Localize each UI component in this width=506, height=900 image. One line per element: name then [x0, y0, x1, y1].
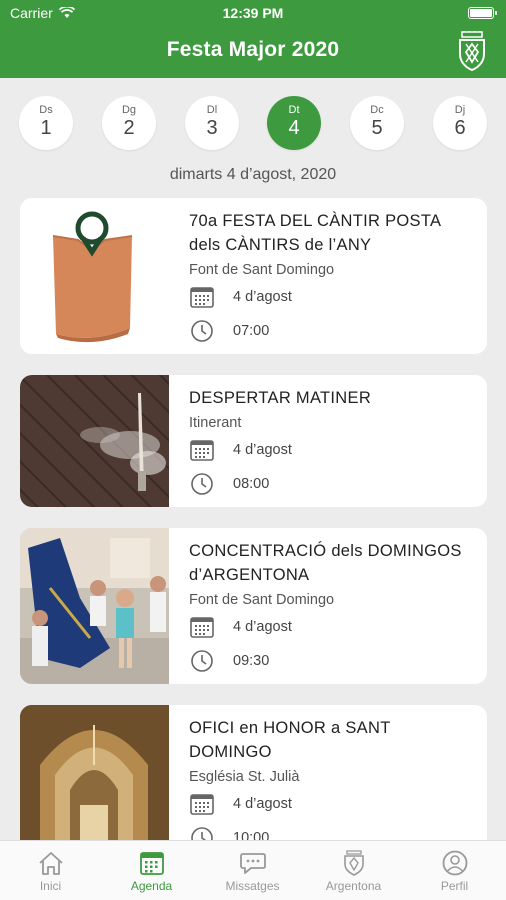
event-location: Església St. Julià	[189, 769, 300, 785]
event-date-row: 4 d’agost	[189, 435, 477, 465]
event-title-line: DOMINGO	[189, 743, 272, 761]
event-card[interactable]: DESPERTAR MATINER Itinerant 4 d’agost 08…	[20, 375, 487, 507]
clock-icon	[191, 473, 213, 495]
event-title: CONCENTRACIÓ dels DOMINGOS d’ARGENTONA	[189, 539, 477, 587]
tab-perfil[interactable]: Perfil	[404, 841, 505, 900]
event-card[interactable]: 70a FESTA DEL CÀNTIR POSTA dels CÀNTIRS …	[20, 198, 487, 354]
day-button-5[interactable]: Dc 5	[350, 96, 404, 150]
argentona-crest-icon	[459, 31, 485, 72]
event-time: 07:00	[233, 323, 270, 339]
event-date: 4 d’agost	[233, 289, 292, 305]
day-selector: Ds 1 Dg 2 Dl 3 Dt 4 Dc 5 Dj 6	[0, 96, 506, 152]
day-abbr: Dj	[454, 104, 466, 116]
event-body: DESPERTAR MATINER Itinerant 4 d’agost 08…	[189, 375, 477, 499]
day-button-3[interactable]: Dl 3	[185, 96, 239, 150]
event-title-line: DESPERTAR MATINER	[189, 389, 372, 407]
event-location: Itinerant	[189, 415, 242, 431]
day-number: 6	[454, 117, 466, 139]
event-date-row: 4 d’agost	[189, 612, 477, 642]
event-image-parade	[20, 528, 169, 684]
event-title: DESPERTAR MATINER	[189, 386, 477, 410]
page-title: Festa Major 2020	[166, 38, 340, 61]
selected-date-label: dimarts 4 d’agost, 2020	[169, 166, 337, 183]
day-abbr: Dl	[206, 104, 218, 116]
calendar-icon	[190, 287, 214, 308]
event-date: 4 d’agost	[233, 796, 292, 812]
event-date: 4 d’agost	[233, 442, 292, 458]
event-title-line: CONCENTRACIÓ dels DOMINGOS	[189, 542, 462, 560]
tab-inici[interactable]: Inici	[0, 841, 101, 900]
tab-label: Inici	[39, 879, 62, 893]
event-time: 09:30	[233, 653, 270, 669]
calendar-icon	[139, 852, 164, 875]
tab-missatges[interactable]: Missatges	[202, 841, 303, 900]
calendar-icon	[190, 440, 214, 461]
event-title-line: 70a FESTA DEL CÀNTIR POSTA	[189, 212, 442, 230]
day-number: 4	[288, 117, 300, 139]
event-date: 4 d’agost	[233, 619, 292, 635]
chat-icon	[239, 853, 266, 874]
day-abbr: Dg	[121, 104, 137, 116]
battery-icon	[468, 7, 497, 19]
event-body: 70a FESTA DEL CÀNTIR POSTA dels CÀNTIRS …	[189, 198, 477, 346]
tab-label: Perfil	[440, 879, 469, 893]
status-time: 12:39 PM	[222, 5, 284, 21]
day-number: 5	[371, 117, 383, 139]
event-title-line: OFICI en HONOR a SANT	[189, 719, 391, 737]
event-image-cantir	[20, 198, 169, 354]
day-number: 2	[123, 117, 135, 139]
calendar-icon	[190, 794, 214, 815]
home-icon	[38, 852, 63, 875]
tab-label: Argentona	[325, 879, 382, 893]
day-button-1[interactable]: Ds 1	[19, 96, 73, 150]
event-body: CONCENTRACIÓ dels DOMINGOS d’ARGENTONA F…	[189, 528, 477, 676]
event-body: OFICI en HONOR a SANT DOMINGO Església S…	[189, 705, 477, 853]
day-abbr: Dc	[370, 104, 384, 116]
tab-label: Missatges	[225, 879, 280, 893]
event-location: Font de Sant Domingo	[189, 592, 335, 608]
event-title: 70a FESTA DEL CÀNTIR POSTA dels CÀNTIRS …	[189, 209, 477, 257]
tab-label: Agenda	[130, 879, 173, 893]
event-title-line: dels CÀNTIRS de l’ANY	[189, 236, 372, 254]
event-card[interactable]: CONCENTRACIÓ dels DOMINGOS d’ARGENTONA F…	[20, 528, 487, 684]
event-time-row: 08:00	[189, 469, 477, 499]
app-header: Carrier 12:39 PM Festa Major 2020	[0, 0, 506, 78]
event-title-line: d’ARGENTONA	[189, 566, 310, 584]
clock-icon	[191, 650, 213, 672]
event-time-row: 09:30	[189, 646, 477, 676]
day-number: 3	[206, 117, 218, 139]
event-time: 08:00	[233, 476, 270, 492]
tab-bar: Inici Agenda Missatges Argentona Perfil	[0, 840, 506, 900]
day-abbr: Dt	[288, 104, 300, 116]
day-button-6[interactable]: Dj 6	[433, 96, 487, 150]
event-date-row: 4 d’agost	[189, 282, 477, 312]
day-button-2[interactable]: Dg 2	[102, 96, 156, 150]
day-button-4-selected[interactable]: Dt 4	[267, 96, 321, 150]
event-time-row: 07:00	[189, 316, 477, 346]
crest-icon	[343, 850, 364, 876]
calendar-icon	[190, 617, 214, 638]
event-title: OFICI en HONOR a SANT DOMINGO	[189, 716, 477, 764]
event-image-rocket	[20, 375, 169, 507]
event-location: Font de Sant Domingo	[189, 262, 335, 278]
status-bar: Carrier 12:39 PM	[0, 0, 506, 26]
tab-argentona[interactable]: Argentona	[303, 841, 404, 900]
day-abbr: Ds	[39, 104, 53, 116]
user-icon	[442, 850, 467, 876]
clock-icon	[191, 320, 213, 342]
tab-agenda[interactable]: Agenda	[101, 841, 202, 900]
event-date-row: 4 d’agost	[189, 789, 477, 819]
day-number: 1	[40, 117, 52, 139]
